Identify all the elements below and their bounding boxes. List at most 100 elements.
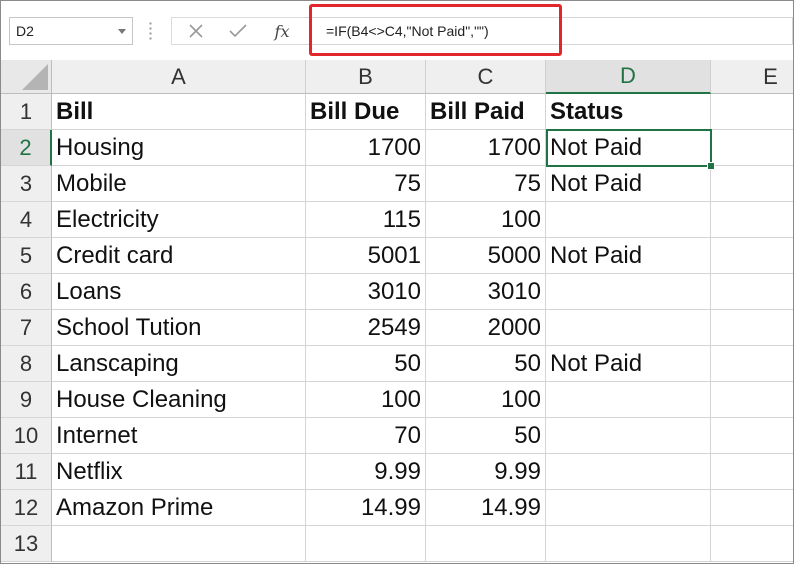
cell-d13[interactable] bbox=[546, 526, 711, 562]
cell-e7[interactable] bbox=[711, 310, 793, 346]
column-header-e[interactable]: E bbox=[711, 60, 793, 94]
cell-c6[interactable]: 3010 bbox=[426, 274, 546, 310]
cell-d6[interactable] bbox=[546, 274, 711, 310]
cell-e10[interactable] bbox=[711, 418, 793, 454]
formula-bar: D2 fx =IF(B4<>C4,"Not Paid","") bbox=[1, 1, 793, 60]
formula-text: =IF(B4<>C4,"Not Paid","") bbox=[326, 23, 489, 39]
cell-e1[interactable] bbox=[711, 94, 793, 130]
select-all-button[interactable] bbox=[1, 60, 52, 94]
cell-e11[interactable] bbox=[711, 454, 793, 490]
cell-b9[interactable]: 100 bbox=[306, 382, 426, 418]
cell-d7[interactable] bbox=[546, 310, 711, 346]
cell-c5[interactable]: 5000 bbox=[426, 238, 546, 274]
row-header-13[interactable]: 13 bbox=[1, 526, 52, 562]
insert-function-button[interactable]: fx bbox=[262, 18, 302, 44]
cell-c7[interactable]: 2000 bbox=[426, 310, 546, 346]
close-icon bbox=[189, 24, 203, 38]
cell-e5[interactable] bbox=[711, 238, 793, 274]
cell-d9[interactable] bbox=[546, 382, 711, 418]
cell-a13[interactable] bbox=[52, 526, 306, 562]
chevron-down-icon[interactable] bbox=[118, 29, 126, 34]
cell-d3[interactable]: Not Paid bbox=[546, 166, 711, 202]
cell-c1[interactable]: Bill Paid bbox=[426, 94, 546, 130]
row-header-7[interactable]: 7 bbox=[1, 310, 52, 346]
cell-d4[interactable] bbox=[546, 202, 711, 238]
cell-c10[interactable]: 50 bbox=[426, 418, 546, 454]
cell-c2[interactable]: 1700 bbox=[426, 130, 546, 166]
drag-handle-icon[interactable] bbox=[149, 21, 152, 41]
cell-d12[interactable] bbox=[546, 490, 711, 526]
fx-icon: fx bbox=[274, 21, 290, 41]
row-header-11[interactable]: 11 bbox=[1, 454, 52, 490]
cell-c3[interactable]: 75 bbox=[426, 166, 546, 202]
column-header-a[interactable]: A bbox=[52, 60, 306, 94]
column-header-d[interactable]: D bbox=[546, 60, 711, 94]
cell-e2[interactable] bbox=[711, 130, 793, 166]
cell-b5[interactable]: 5001 bbox=[306, 238, 426, 274]
cell-e13[interactable] bbox=[711, 526, 793, 562]
cell-c12[interactable]: 14.99 bbox=[426, 490, 546, 526]
cell-a4[interactable]: Electricity bbox=[52, 202, 306, 238]
cell-b7[interactable]: 2549 bbox=[306, 310, 426, 346]
cell-d8[interactable]: Not Paid bbox=[546, 346, 711, 382]
cell-b12[interactable]: 14.99 bbox=[306, 490, 426, 526]
cell-c9[interactable]: 100 bbox=[426, 382, 546, 418]
spreadsheet-window: D2 fx =IF(B4<>C4,"Not Paid","") A B C D … bbox=[0, 0, 794, 564]
row-header-5[interactable]: 5 bbox=[1, 238, 52, 274]
cell-b2[interactable]: 1700 bbox=[306, 130, 426, 166]
column-header-c[interactable]: C bbox=[426, 60, 546, 94]
cell-d11[interactable] bbox=[546, 454, 711, 490]
cell-b13[interactable] bbox=[306, 526, 426, 562]
name-box[interactable]: D2 bbox=[9, 17, 133, 45]
cell-d5[interactable]: Not Paid bbox=[546, 238, 711, 274]
cell-e3[interactable] bbox=[711, 166, 793, 202]
cell-e6[interactable] bbox=[711, 274, 793, 310]
row-header-9[interactable]: 9 bbox=[1, 382, 52, 418]
cell-b3[interactable]: 75 bbox=[306, 166, 426, 202]
cell-b4[interactable]: 115 bbox=[306, 202, 426, 238]
row-header-4[interactable]: 4 bbox=[1, 202, 52, 238]
cell-a6[interactable]: Loans bbox=[52, 274, 306, 310]
cell-a9[interactable]: House Cleaning bbox=[52, 382, 306, 418]
row-header-3[interactable]: 3 bbox=[1, 166, 52, 202]
row-header-10[interactable]: 10 bbox=[1, 418, 52, 454]
cell-a1[interactable]: Bill bbox=[52, 94, 306, 130]
name-box-value: D2 bbox=[16, 23, 34, 39]
fill-handle[interactable] bbox=[707, 162, 715, 170]
row-header-12[interactable]: 12 bbox=[1, 490, 52, 526]
cell-b8[interactable]: 50 bbox=[306, 346, 426, 382]
cell-c8[interactable]: 50 bbox=[426, 346, 546, 382]
cell-b6[interactable]: 3010 bbox=[306, 274, 426, 310]
cancel-button[interactable] bbox=[176, 18, 216, 44]
cell-a7[interactable]: School Tution bbox=[52, 310, 306, 346]
column-header-b[interactable]: B bbox=[306, 60, 426, 94]
cell-b11[interactable]: 9.99 bbox=[306, 454, 426, 490]
cell-a8[interactable]: Lanscaping bbox=[52, 346, 306, 382]
cell-e8[interactable] bbox=[711, 346, 793, 382]
cell-c13[interactable] bbox=[426, 526, 546, 562]
cell-b10[interactable]: 70 bbox=[306, 418, 426, 454]
cell-e9[interactable] bbox=[711, 382, 793, 418]
cell-e4[interactable] bbox=[711, 202, 793, 238]
cell-a5[interactable]: Credit card bbox=[52, 238, 306, 274]
cell-a10[interactable]: Internet bbox=[52, 418, 306, 454]
formula-buttons: fx bbox=[171, 17, 306, 45]
cell-d2[interactable]: Not Paid bbox=[546, 130, 711, 166]
cell-a11[interactable]: Netflix bbox=[52, 454, 306, 490]
row-header-2[interactable]: 2 bbox=[1, 130, 52, 166]
cell-e12[interactable] bbox=[711, 490, 793, 526]
cell-d10[interactable] bbox=[546, 418, 711, 454]
check-icon bbox=[229, 24, 247, 38]
row-header-8[interactable]: 8 bbox=[1, 346, 52, 382]
enter-button[interactable] bbox=[218, 18, 258, 44]
cell-b1[interactable]: Bill Due bbox=[306, 94, 426, 130]
row-header-6[interactable]: 6 bbox=[1, 274, 52, 310]
cell-a2[interactable]: Housing bbox=[52, 130, 306, 166]
row-header-1[interactable]: 1 bbox=[1, 94, 52, 130]
formula-input[interactable]: =IF(B4<>C4,"Not Paid","") bbox=[305, 17, 793, 45]
cell-a3[interactable]: Mobile bbox=[52, 166, 306, 202]
cell-d1[interactable]: Status bbox=[546, 94, 711, 130]
cell-c11[interactable]: 9.99 bbox=[426, 454, 546, 490]
cell-a12[interactable]: Amazon Prime bbox=[52, 490, 306, 526]
cell-c4[interactable]: 100 bbox=[426, 202, 546, 238]
